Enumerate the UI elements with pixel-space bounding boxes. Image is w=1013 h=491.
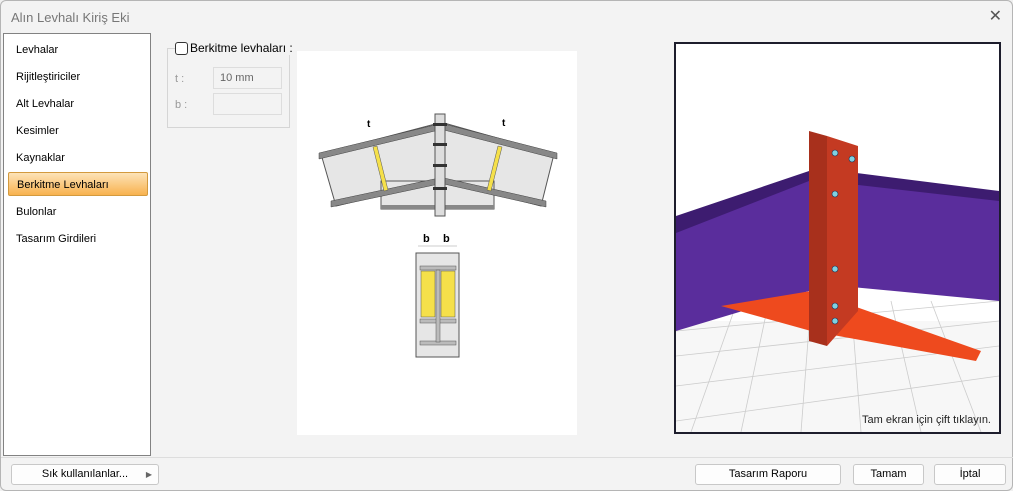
sidebar-nav: Levhalar Rijitleştiriciler Alt Levhalar …	[3, 33, 151, 456]
nav-item-bulonlar[interactable]: Bulonlar	[8, 200, 148, 224]
nav-item-rijitlestiriciler[interactable]: Rijitleştiriciler	[8, 65, 148, 89]
t-dim-label-right: t	[502, 118, 506, 129]
nav-item-berkitme-levhalari[interactable]: Berkitme Levhaları	[8, 172, 148, 196]
b-input[interactable]	[213, 93, 282, 115]
nav-item-alt-levhalar[interactable]: Alt Levhalar	[8, 92, 148, 116]
nav-item-tasarim-girdileri[interactable]: Tasarım Girdileri	[8, 227, 148, 251]
checkbox-box[interactable]	[175, 41, 188, 55]
t-input[interactable]: 10 mm	[213, 67, 282, 89]
chevron-right-icon: ▶	[145, 470, 152, 479]
window-title: Alın Levhalı Kiriş Eki	[11, 10, 130, 25]
checkbox-label: Berkitme levhaları :	[190, 41, 293, 55]
nav-item-kesimler[interactable]: Kesimler	[8, 119, 148, 143]
close-icon[interactable]: ✕	[989, 6, 1002, 26]
cancel-button[interactable]: İptal	[934, 464, 1006, 485]
stiffener-diagram: t t b b	[297, 51, 577, 435]
b-dim-label-right: b	[443, 233, 450, 245]
3d-view[interactable]: Tam ekran için çift tıklayın.	[674, 42, 1001, 434]
fullscreen-hint: Tam ekran için çift tıklayın.	[862, 414, 991, 426]
nav-item-levhalar[interactable]: Levhalar	[8, 38, 148, 62]
favorites-label: Sık kullanılanlar...	[41, 468, 129, 480]
ok-button[interactable]: Tamam	[853, 464, 924, 485]
dialog-window: Alın Levhalı Kiriş Eki ✕ Levhalar Rijitl…	[0, 0, 1013, 491]
t-label: t :	[175, 73, 185, 85]
favorites-button[interactable]: Sık kullanılanlar... ▶	[11, 464, 159, 485]
b-dim-label-left: b	[423, 233, 430, 245]
stiffener-checkbox[interactable]: Berkitme levhaları :	[175, 41, 295, 55]
t-dim-label: t	[367, 119, 371, 130]
footer-divider	[1, 457, 1013, 458]
design-report-button[interactable]: Tasarım Raporu	[695, 464, 841, 485]
b-label: b :	[175, 99, 188, 111]
nav-item-kaynaklar[interactable]: Kaynaklar	[8, 146, 148, 170]
